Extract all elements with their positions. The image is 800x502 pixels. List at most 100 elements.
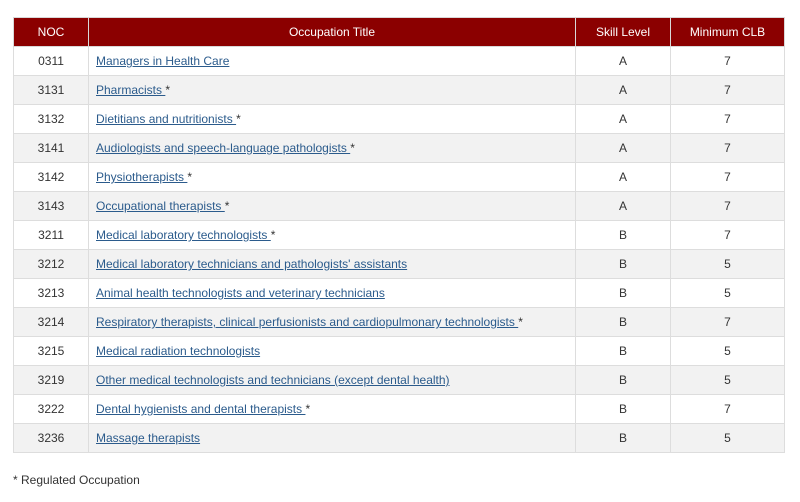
noc-code-cell: 0311 bbox=[13, 46, 89, 76]
occupation-title-cell: Pharmacists * bbox=[88, 75, 576, 105]
header-minimum-clb: Minimum CLB bbox=[670, 17, 785, 47]
skill-level-cell: B bbox=[575, 394, 671, 424]
occupation-link[interactable]: Dietitians and nutritionists bbox=[96, 112, 236, 126]
occupation-link[interactable]: Massage therapists bbox=[96, 431, 200, 445]
noc-code-cell: 3131 bbox=[13, 75, 89, 105]
occupation-link[interactable]: Occupational therapists bbox=[96, 199, 225, 213]
occupation-title-cell: Dental hygienists and dental therapists … bbox=[88, 394, 576, 424]
table-body: 0311 Managers in Health Care A 7 3131 Pharmac… bbox=[13, 46, 785, 453]
noc-code-cell: 3213 bbox=[13, 278, 89, 308]
occupation-table-container: NOC Occupation Title Skill Level Minimum… bbox=[13, 17, 785, 453]
occupation-title-cell: Massage therapists bbox=[88, 423, 576, 453]
table-row: 3236 Massage therapists B 5 bbox=[13, 423, 785, 453]
minimum-clb-cell: 7 bbox=[670, 133, 785, 163]
skill-level-cell: B bbox=[575, 423, 671, 453]
occupation-table: NOC Occupation Title Skill Level Minimum… bbox=[13, 17, 785, 453]
noc-code-cell: 3142 bbox=[13, 162, 89, 192]
occupation-link[interactable]: Respiratory therapists, clinical perfusi… bbox=[96, 315, 518, 329]
skill-level-cell: B bbox=[575, 278, 671, 308]
regulated-marker: * bbox=[270, 228, 276, 242]
regulated-marker: * bbox=[350, 141, 355, 155]
occupation-link[interactable]: Physiotherapists bbox=[96, 170, 187, 184]
table-row: 3141 Audiologists and speech-language pat… bbox=[13, 133, 785, 163]
skill-level-cell: A bbox=[575, 162, 671, 192]
occupation-link[interactable]: Other medical technologists and technici… bbox=[96, 373, 450, 387]
occupation-title-cell: Medical radiation technologists bbox=[88, 336, 576, 366]
table-row: 3132 Dietitians and nutritionists * A 7 bbox=[13, 104, 785, 134]
minimum-clb-cell: 7 bbox=[670, 46, 785, 76]
header-noc: NOC bbox=[13, 17, 89, 47]
occupation-link[interactable]: Dental hygienists and dental therapists bbox=[96, 402, 305, 416]
occupation-link[interactable]: Audiologists and speech-language patholo… bbox=[96, 141, 350, 155]
noc-code-cell: 3143 bbox=[13, 191, 89, 221]
minimum-clb-cell: 7 bbox=[670, 220, 785, 250]
skill-level-cell: A bbox=[575, 104, 671, 134]
occupation-title-cell: Medical laboratory technicians and patho… bbox=[88, 249, 576, 279]
occupation-title-cell: Respiratory therapists, clinical perfusi… bbox=[88, 307, 576, 337]
table-row: 3211 Medical laboratory technologists * B 7 bbox=[13, 220, 785, 250]
table-row: 3214 Respiratory therapists, clinical per… bbox=[13, 307, 785, 337]
minimum-clb-cell: 5 bbox=[670, 278, 785, 308]
minimum-clb-cell: 7 bbox=[670, 162, 785, 192]
minimum-clb-cell: 5 bbox=[670, 423, 785, 453]
occupation-link[interactable]: Medical laboratory technologists bbox=[96, 228, 271, 242]
skill-level-cell: B bbox=[575, 307, 671, 337]
minimum-clb-cell: 7 bbox=[670, 104, 785, 134]
occupation-link[interactable]: Managers in Health Care bbox=[96, 54, 229, 68]
table-row: 3143 Occupational therapists * A 7 bbox=[13, 191, 785, 221]
noc-code-cell: 3214 bbox=[13, 307, 89, 337]
regulated-occupation-footnote: * Regulated Occupation bbox=[13, 473, 140, 487]
table-row: 3131 Pharmacists * A 7 bbox=[13, 75, 785, 105]
occupation-link[interactable]: Medical laboratory technicians and patho… bbox=[96, 257, 407, 271]
noc-code-cell: 3219 bbox=[13, 365, 89, 395]
table-row: 0311 Managers in Health Care A 7 bbox=[13, 46, 785, 76]
skill-level-cell: B bbox=[575, 220, 671, 250]
header-skill-level: Skill Level bbox=[575, 17, 671, 47]
skill-level-cell: A bbox=[575, 46, 671, 76]
minimum-clb-cell: 7 bbox=[670, 191, 785, 221]
regulated-marker: * bbox=[518, 315, 523, 329]
regulated-marker: * bbox=[187, 170, 193, 184]
skill-level-cell: B bbox=[575, 249, 671, 279]
occupation-title-cell: Audiologists and speech-language patholo… bbox=[88, 133, 576, 163]
occupation-link[interactable]: Medical radiation technologists bbox=[96, 344, 260, 358]
occupation-link[interactable]: Animal health technologists and veterina… bbox=[96, 286, 385, 300]
table-row: 3213 Animal health technologists and vete… bbox=[13, 278, 785, 308]
occupation-title-cell: Dietitians and nutritionists * bbox=[88, 104, 576, 134]
noc-code-cell: 3236 bbox=[13, 423, 89, 453]
occupation-title-cell: Managers in Health Care bbox=[88, 46, 576, 76]
regulated-marker: * bbox=[305, 402, 311, 416]
noc-code-cell: 3215 bbox=[13, 336, 89, 366]
minimum-clb-cell: 7 bbox=[670, 394, 785, 424]
occupation-title-cell: Medical laboratory technologists * bbox=[88, 220, 576, 250]
minimum-clb-cell: 7 bbox=[670, 307, 785, 337]
minimum-clb-cell: 5 bbox=[670, 336, 785, 366]
noc-code-cell: 3212 bbox=[13, 249, 89, 279]
table-row: 3212 Medical laboratory technicians and p… bbox=[13, 249, 785, 279]
occupation-title-cell: Animal health technologists and veterina… bbox=[88, 278, 576, 308]
minimum-clb-cell: 5 bbox=[670, 249, 785, 279]
table-row: 3219 Other medical technologists and tech… bbox=[13, 365, 785, 395]
occupation-title-cell: Other medical technologists and technici… bbox=[88, 365, 576, 395]
minimum-clb-cell: 5 bbox=[670, 365, 785, 395]
table-row: 3215 Medical radiation technologists B 5 bbox=[13, 336, 785, 366]
noc-code-cell: 3132 bbox=[13, 104, 89, 134]
regulated-marker: * bbox=[165, 83, 171, 97]
regulated-marker: * bbox=[224, 199, 230, 213]
table-header-row: NOC Occupation Title Skill Level Minimum… bbox=[13, 17, 785, 47]
occupation-title-cell: Physiotherapists * bbox=[88, 162, 576, 192]
table-row: 3222 Dental hygienists and dental therapi… bbox=[13, 394, 785, 424]
skill-level-cell: A bbox=[575, 191, 671, 221]
noc-code-cell: 3222 bbox=[13, 394, 89, 424]
skill-level-cell: A bbox=[575, 75, 671, 105]
table-row: 3142 Physiotherapists * A 7 bbox=[13, 162, 785, 192]
minimum-clb-cell: 7 bbox=[670, 75, 785, 105]
occupation-link[interactable]: Pharmacists bbox=[96, 83, 165, 97]
occupation-title-cell: Occupational therapists * bbox=[88, 191, 576, 221]
skill-level-cell: B bbox=[575, 365, 671, 395]
regulated-marker: * bbox=[236, 112, 241, 126]
noc-code-cell: 3141 bbox=[13, 133, 89, 163]
header-occupation-title: Occupation Title bbox=[88, 17, 576, 47]
noc-code-cell: 3211 bbox=[13, 220, 89, 250]
skill-level-cell: A bbox=[575, 133, 671, 163]
